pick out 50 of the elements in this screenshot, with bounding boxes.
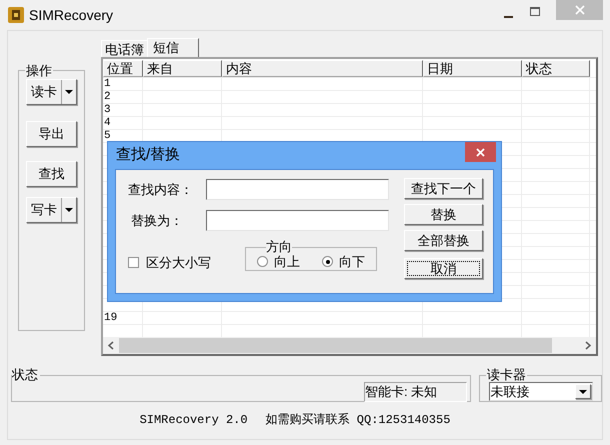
footer-text: 如需购买请联系 QQ:1253140355	[266, 412, 450, 429]
minimize-icon[interactable]	[504, 16, 513, 18]
radio-label: 向上	[274, 252, 300, 271]
close-icon	[574, 5, 584, 15]
radio-button[interactable]	[257, 256, 268, 267]
column-header[interactable]: 位置	[103, 60, 143, 77]
column-header[interactable]: 来自	[143, 60, 222, 77]
horizontal-scrollbar[interactable]	[103, 337, 596, 354]
caret-icon	[65, 208, 73, 212]
table-cell: 1	[103, 78, 111, 90]
table-cell: 4	[103, 117, 111, 129]
column-header[interactable]: 状态	[522, 60, 590, 77]
field-label: 查找内容：	[128, 180, 194, 199]
toolbar-button[interactable]: 导出	[26, 121, 77, 147]
maximize-icon[interactable]	[530, 6, 540, 16]
table-cell: 5	[103, 130, 111, 142]
caret-icon	[578, 390, 586, 394]
dialog-button[interactable]: 查找下一个	[404, 178, 483, 199]
radio-button[interactable]	[322, 256, 333, 267]
group-title: 操作	[25, 64, 53, 77]
close-button[interactable]	[465, 142, 496, 162]
caret-icon	[65, 90, 73, 94]
group-title: 方向	[266, 241, 292, 253]
table-cell: 19	[103, 312, 118, 324]
group-title: 状态	[12, 369, 39, 381]
window-title: SIMRecovery	[29, 6, 114, 25]
reader-dropdown[interactable]: 未联接	[488, 382, 592, 401]
replace-field[interactable]	[206, 210, 389, 231]
find-field[interactable]	[206, 179, 389, 200]
dialog-button[interactable]: 全部替换	[404, 230, 483, 251]
dialog-button[interactable]: 替换	[404, 204, 483, 225]
field-label: 替换为：	[130, 212, 184, 230]
close-icon	[476, 148, 485, 156]
tab[interactable]: 短信	[147, 38, 199, 57]
column-header[interactable]: 日期	[423, 60, 522, 77]
dialog-title: 查找/替换	[116, 147, 180, 163]
radio-label: 向下	[339, 252, 365, 271]
checkbox-label: 区分大小写	[146, 254, 211, 272]
toolbar-button[interactable]: 查找	[26, 161, 77, 187]
toolbar-button[interactable]: 读卡	[26, 79, 77, 105]
footer-text: SIMRecovery 2.0	[140, 412, 248, 429]
dialog-button[interactable]: 取消	[404, 258, 483, 279]
smart-card-status: 智能卡: 未知	[364, 382, 467, 402]
toolbar-button[interactable]: 写卡	[26, 197, 77, 223]
column-header[interactable]: 内容	[222, 60, 423, 77]
table-cell: 2	[103, 91, 111, 103]
group-title: 读卡器	[486, 369, 527, 381]
checkbox[interactable]	[128, 257, 139, 268]
app-icon	[8, 7, 24, 23]
table-cell: 3	[103, 104, 111, 116]
